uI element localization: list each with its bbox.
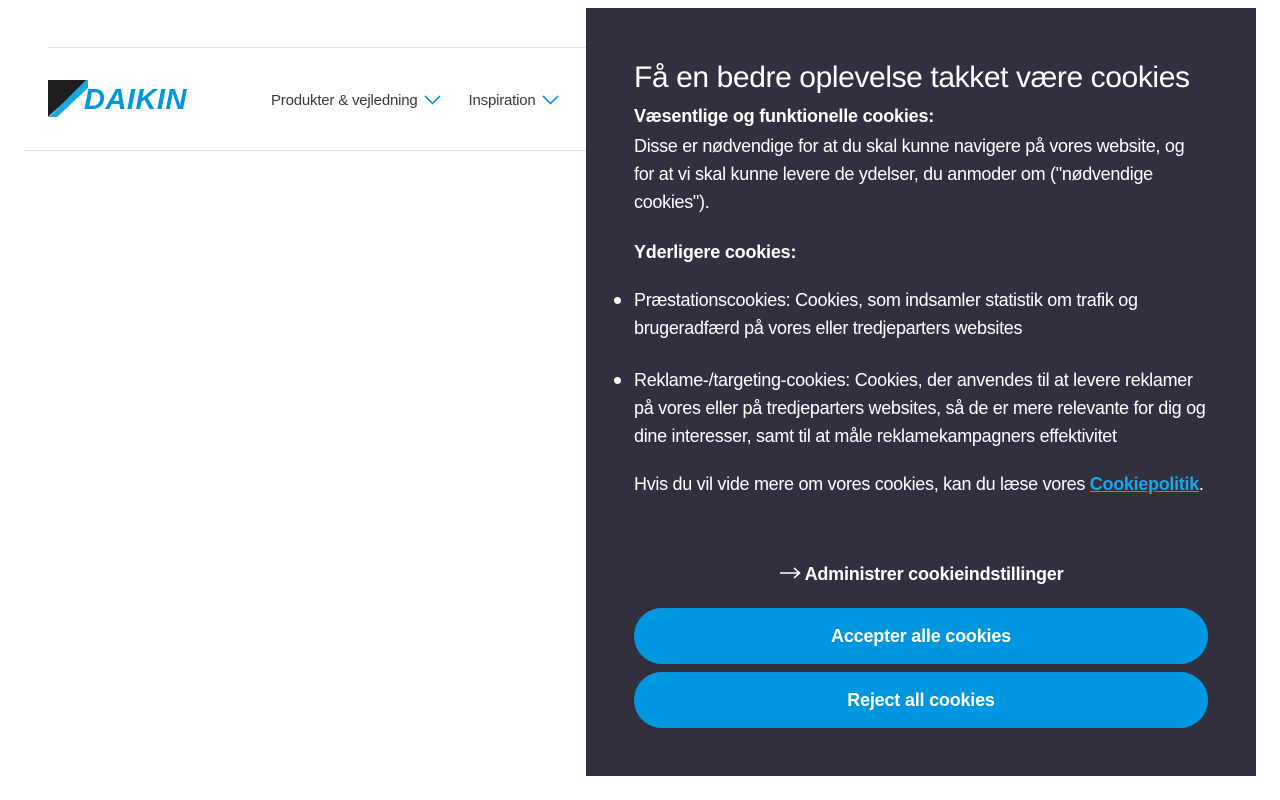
page: DAIKIN Produkter & vejledning Inspiratio… xyxy=(0,0,1280,800)
header-bottom-divider xyxy=(24,150,604,151)
list-item-text: Præstationscookies: Cookies, som indsaml… xyxy=(634,290,1138,338)
arrow-right-icon xyxy=(779,567,801,579)
essential-cookies-text: Disse er nødvendige for at du skal kunne… xyxy=(634,136,1185,212)
cookie-modal-title: Få en bedre oplevelse takket være cookie… xyxy=(634,61,1190,94)
daikin-logo[interactable]: DAIKIN xyxy=(48,80,224,117)
list-item-text: Reklame-/targeting-cookies: Cookies, der… xyxy=(634,370,1206,446)
main-nav: Produkter & vejledning Inspiration K xyxy=(271,88,597,112)
policy-prefix: Hvis du vil vide mere om vores cookies, … xyxy=(634,474,1090,494)
manage-cookie-settings-link[interactable]: Administrer cookieindstillinger xyxy=(586,564,1256,585)
additional-cookies-list: Præstationscookies: Cookies, som indsaml… xyxy=(614,286,1208,450)
accept-all-cookies-button[interactable]: Accepter alle cookies xyxy=(634,608,1208,664)
bullet-icon xyxy=(614,297,621,304)
essential-cookies-heading: Væsentlige og funktionelle cookies: xyxy=(634,106,935,126)
cookie-policy-link[interactable]: Cookiepolitik xyxy=(1090,474,1199,494)
additional-cookies-heading: Yderligere cookies: xyxy=(634,242,797,262)
cookie-policy-line: Hvis du vil vide mere om vores cookies, … xyxy=(634,470,1208,498)
nav-item-label: Produkter & vejledning xyxy=(271,91,418,109)
cookie-consent-modal: Få en bedre oplevelse takket være cookie… xyxy=(586,8,1256,776)
nav-item-label: Inspiration xyxy=(468,91,536,109)
reject-all-cookies-button[interactable]: Reject all cookies xyxy=(634,672,1208,728)
chevron-down-icon xyxy=(541,95,559,105)
manage-cookie-settings-label: Administrer cookieindstillinger xyxy=(804,564,1064,584)
list-item: Præstationscookies: Cookies, som indsaml… xyxy=(614,286,1208,342)
bullet-icon xyxy=(614,377,621,384)
policy-suffix: . xyxy=(1198,474,1204,494)
logo-text: DAIKIN xyxy=(84,84,187,116)
list-item: Reklame-/targeting-cookies: Cookies, der… xyxy=(614,366,1208,450)
header-top-divider xyxy=(48,47,608,48)
chevron-down-icon xyxy=(423,95,441,105)
nav-item-products[interactable]: Produkter & vejledning xyxy=(271,88,441,112)
nav-item-inspiration[interactable]: Inspiration xyxy=(469,88,559,112)
